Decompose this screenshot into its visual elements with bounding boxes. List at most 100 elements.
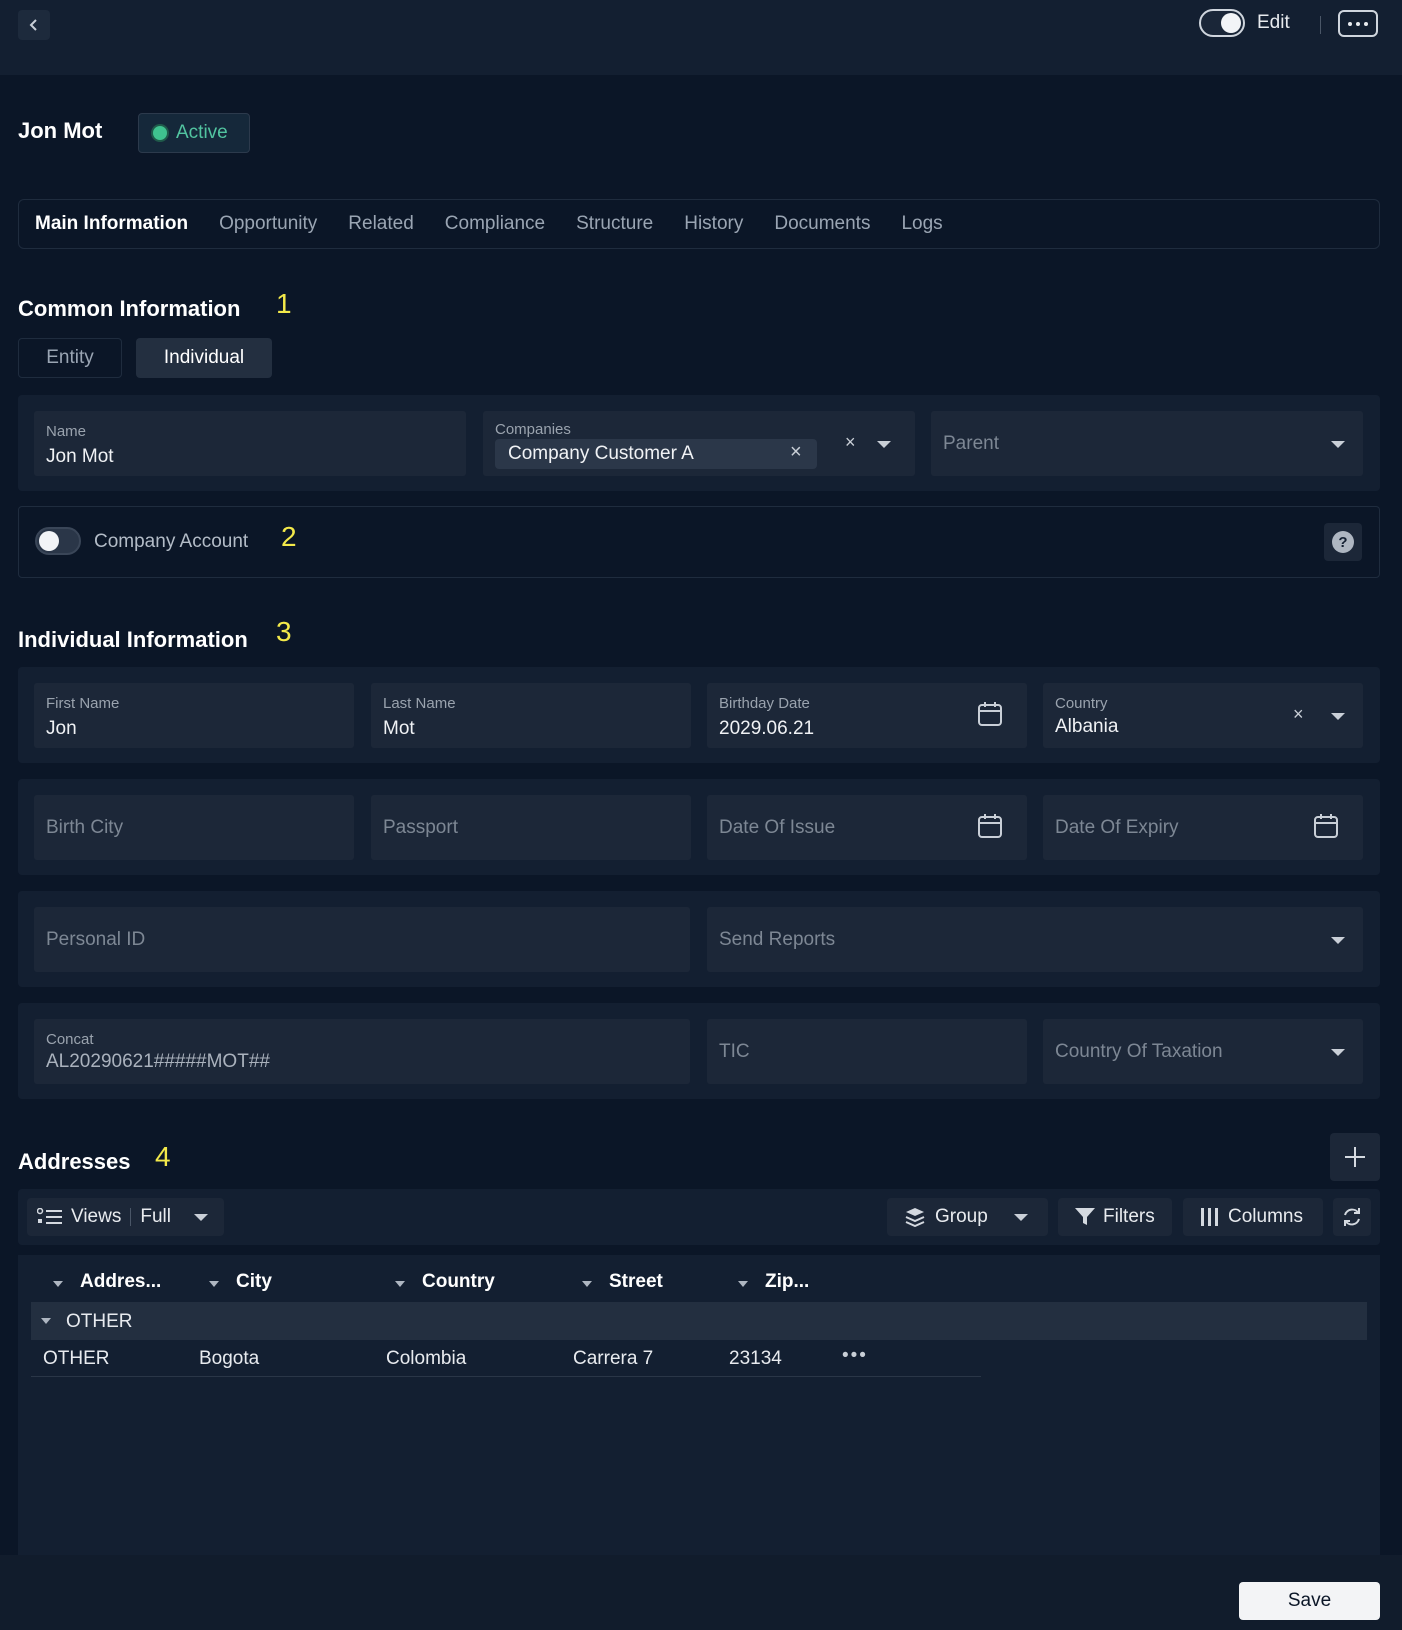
country-of-taxation-dropdown-icon[interactable] [1331, 1049, 1345, 1056]
date-of-issue-field[interactable]: Date Of Issue [707, 795, 1027, 860]
date-of-expiry-field[interactable]: Date Of Expiry [1043, 795, 1363, 860]
segment-individual[interactable]: Individual [136, 338, 272, 378]
layers-icon [905, 1208, 925, 1227]
collapse-group-icon[interactable] [41, 1318, 51, 1324]
more-options-button[interactable] [1338, 10, 1378, 37]
views-label: Views [71, 1206, 122, 1227]
column-header-zip[interactable]: Zip... [765, 1271, 809, 1293]
calendar-icon[interactable] [977, 701, 1003, 727]
send-reports-dropdown-icon[interactable] [1331, 937, 1345, 944]
row-actions-icon[interactable]: ••• [842, 1345, 868, 1367]
name-field[interactable]: Name Jon Mot [34, 411, 466, 476]
addresses-grid: Addres... City Country Street Zip... OTH… [18, 1255, 1380, 1555]
companies-label: Companies [495, 421, 571, 438]
column-header-street[interactable]: Street [609, 1271, 663, 1293]
first-name-field[interactable]: First Name Jon [34, 683, 354, 748]
personal-id-field[interactable]: Personal ID [34, 907, 690, 972]
send-reports-select[interactable]: Send Reports [707, 907, 1363, 972]
concat-field[interactable]: Concat AL20290621#####MOT## [34, 1019, 690, 1084]
parent-select[interactable]: Parent [931, 411, 1363, 476]
group-dropdown-icon [1014, 1214, 1028, 1221]
birthday-date-field[interactable]: Birthday Date 2029.06.21 [707, 683, 1027, 748]
individual-row-3: Personal ID Send Reports [18, 891, 1380, 987]
calendar-icon[interactable] [1313, 813, 1339, 839]
individual-information-title: Individual Information [18, 627, 248, 652]
tab-opportunity[interactable]: Opportunity [219, 213, 317, 235]
back-button[interactable] [18, 10, 50, 40]
company-account-label: Company Account [94, 531, 249, 552]
parent-dropdown-icon[interactable] [1331, 441, 1345, 448]
tab-logs[interactable]: Logs [901, 213, 942, 235]
columns-button[interactable]: Columns [1183, 1198, 1323, 1236]
common-information-title: Common Information [18, 296, 241, 321]
calendar-icon[interactable] [977, 813, 1003, 839]
country-of-taxation-select[interactable]: Country Of Taxation [1043, 1019, 1363, 1084]
edit-toggle[interactable] [1199, 9, 1245, 37]
footer-bar [0, 1555, 1402, 1630]
sort-icon[interactable] [738, 1281, 748, 1287]
country-dropdown-icon[interactable] [1331, 713, 1345, 720]
save-button[interactable]: Save [1239, 1582, 1380, 1620]
tab-structure[interactable]: Structure [576, 213, 653, 235]
date-of-issue-placeholder: Date Of Issue [719, 817, 836, 838]
country-label: Country [1055, 695, 1108, 712]
personal-id-placeholder: Personal ID [46, 929, 146, 950]
sort-icon[interactable] [582, 1281, 592, 1287]
divider [130, 1208, 132, 1226]
tab-bar: Main Information Opportunity Related Com… [18, 199, 1380, 249]
individual-row-2: Birth City Passport Date Of Issue Date O… [18, 779, 1380, 875]
cell-zip: 23134 [729, 1348, 782, 1369]
help-button[interactable]: ? [1324, 523, 1362, 561]
tab-documents[interactable]: Documents [774, 213, 870, 235]
sort-icon[interactable] [395, 1281, 405, 1287]
clear-country-icon[interactable]: × [1293, 704, 1304, 725]
column-header-address[interactable]: Addres... [80, 1271, 161, 1293]
status-badge: Active [138, 113, 250, 153]
status-text: Active [176, 122, 228, 143]
filter-icon [1075, 1208, 1095, 1225]
refresh-button[interactable] [1333, 1198, 1371, 1236]
status-dot-icon [153, 126, 167, 140]
add-address-button[interactable] [1330, 1133, 1380, 1181]
more-horizontal-icon [1348, 21, 1368, 26]
tab-history[interactable]: History [684, 213, 743, 235]
cell-address: OTHER [43, 1348, 110, 1369]
column-header-country[interactable]: Country [422, 1271, 495, 1293]
company-account-toggle[interactable] [35, 527, 81, 555]
sort-icon[interactable] [209, 1281, 219, 1287]
company-chip: Company Customer A × [495, 439, 817, 469]
country-of-taxation-placeholder: Country Of Taxation [1055, 1041, 1223, 1062]
companies-field[interactable]: Companies Company Customer A × × [483, 411, 915, 476]
section-number-1: 1 [276, 288, 292, 319]
birth-city-field[interactable]: Birth City [34, 795, 354, 860]
tab-main-information[interactable]: Main Information [35, 213, 188, 235]
section-number-3: 3 [276, 616, 292, 647]
passport-field[interactable]: Passport [371, 795, 691, 860]
section-number-4: 4 [155, 1141, 171, 1172]
table-row[interactable]: OTHER Bogota Colombia Carrera 7 23134 ••… [31, 1340, 981, 1377]
remove-chip-icon[interactable]: × [790, 441, 802, 464]
last-name-field[interactable]: Last Name Mot [371, 683, 691, 748]
grid-toolbar: Views Full Group Filters Columns [18, 1189, 1380, 1245]
views-select[interactable]: Views Full [27, 1198, 224, 1236]
company-account-panel: Company Account 2 ? [18, 506, 1380, 578]
first-name-label: First Name [46, 695, 120, 712]
column-header-city[interactable]: City [236, 1271, 272, 1293]
segment-entity[interactable]: Entity [18, 338, 122, 378]
group-name: OTHER [66, 1311, 133, 1332]
tic-field[interactable]: TIC [707, 1019, 1027, 1084]
tab-compliance[interactable]: Compliance [445, 213, 545, 235]
clear-companies-icon[interactable]: × [845, 432, 856, 453]
group-button[interactable]: Group [887, 1198, 1048, 1236]
sort-icon[interactable] [53, 1281, 63, 1287]
group-label: Group [935, 1206, 988, 1227]
companies-dropdown-icon[interactable] [877, 441, 891, 448]
views-value: Full [140, 1206, 171, 1227]
individual-row-4: Concat AL20290621#####MOT## TIC Country … [18, 1003, 1380, 1099]
send-reports-placeholder: Send Reports [719, 929, 836, 950]
filters-button[interactable]: Filters [1058, 1198, 1172, 1236]
concat-value: AL20290621#####MOT## [46, 1051, 270, 1072]
group-row[interactable]: OTHER [31, 1302, 1367, 1340]
tab-related[interactable]: Related [348, 213, 414, 235]
country-select[interactable]: Country Albania × [1043, 683, 1363, 748]
